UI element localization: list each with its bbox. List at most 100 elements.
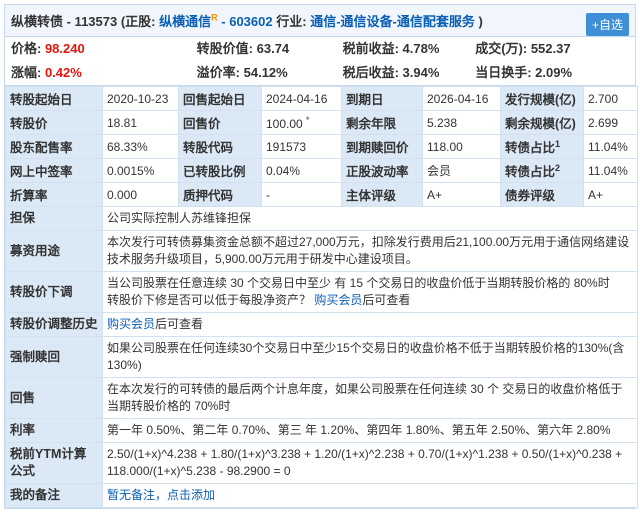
field-value[interactable]: 会员 <box>422 158 501 183</box>
field-label: 转股价下调 <box>5 271 103 313</box>
field-value: 11.04% <box>583 158 638 183</box>
table-row: 股东配售率 68.33% 转股代码 191573 到期赎回价 118.00 转债占比1 11.… <box>5 134 638 159</box>
quote-value: 0.42% <box>41 65 82 80</box>
field-label: 折算率 <box>5 182 103 207</box>
field-value: 在本次发行的可转债的最后两个计息年度，如果公司股票在任何连续 30 个 交易日的… <box>102 377 638 419</box>
bond-title: 纵横转债 - 113573 (正股: 纵横通信R - 603602 行业: 通信… <box>11 11 483 30</box>
quote-grid: 价格: 98.240 转股价值: 63.74 税前收益: 4.78% 成交(万): 5… <box>5 37 635 86</box>
quote-value: 63.74 <box>253 41 290 56</box>
field-label: 发行规模(亿) <box>500 86 584 111</box>
quote-item: 税前收益: 4.78% <box>337 37 470 61</box>
member-link[interactable]: 暂无备注，点击添加 <box>107 488 215 502</box>
field-value: 2.700 <box>583 86 638 111</box>
quote-label: 涨幅: <box>11 65 42 80</box>
quote-item: 成交(万): 552.37 <box>469 37 635 61</box>
field-value: - <box>261 182 342 207</box>
field-value: 18.81 <box>102 110 179 135</box>
field-label: 已转股比例 <box>178 158 262 183</box>
quote-label: 税前收益: <box>342 41 399 56</box>
detail-table: 转股起始日 2020-10-23 回售起始日 2024-04-16 到期日 2026-04… <box>5 86 638 508</box>
field-label: 强制赎回 <box>5 336 103 378</box>
quote-value: 3.94% <box>398 65 440 80</box>
field-label: 回售起始日 <box>178 86 262 111</box>
bond-detail-panel: 纵横转债 - 113573 (正股: 纵横通信R - 603602 行业: 通信… <box>4 4 638 509</box>
quote-label: 价格: <box>11 41 42 56</box>
field-label: 募资用途 <box>5 230 103 272</box>
quote-label: 当日换手: <box>475 65 532 80</box>
table-row: 转股价 18.81 回售价 100.00 * 剩余年限 5.238 剩余规模(亿) 2.699 <box>5 110 638 135</box>
table-row: 担保 公司实际控制人苏维锋担保 <box>5 206 638 231</box>
stock-code-link[interactable]: - 603602 <box>221 14 272 29</box>
field-value: 如果公司股票在任何连续30个交易日中至少15个交易日的收盘价格不低于当期转股价格… <box>102 336 638 378</box>
field-value: 2020-10-23 <box>102 86 179 111</box>
field-label: 回售价 <box>178 110 262 135</box>
quote-item: 税后收益: 3.94% <box>337 61 470 85</box>
industry-link[interactable]: 通信-通信设备-通信配套服务 <box>310 14 475 29</box>
field-label: 主体评级 <box>341 182 423 207</box>
field-label: 剩余规模(亿) <box>500 110 584 135</box>
field-label: 剩余年限 <box>341 110 423 135</box>
quote-item: 价格: 98.240 <box>5 37 191 61</box>
quote-item: 当日换手: 2.09% <box>469 61 635 85</box>
quote-value: 552.37 <box>527 41 571 56</box>
table-row: 税前YTM计算公式 2.50/(1+x)^4.238 + 1.80/(1+x)^3… <box>5 442 638 484</box>
quote-value: 2.09% <box>531 65 573 80</box>
field-label: 担保 <box>5 206 103 231</box>
field-label: 转股起始日 <box>5 86 103 111</box>
field-label: 转股代码 <box>178 134 262 159</box>
field-value: 本次发行可转债募集资金总额不超过27,000万元，扣除发行费用后21,100.0… <box>102 230 638 272</box>
quote-label: 成交(万): <box>475 41 528 56</box>
field-label: 到期日 <box>341 86 423 111</box>
field-value: 5.238 <box>422 110 501 135</box>
quote-value: 4.78% <box>398 41 440 56</box>
field-label: 网上中签率 <box>5 158 103 183</box>
field-label: 质押代码 <box>178 182 262 207</box>
field-value: 191573 <box>261 134 342 159</box>
field-label: 转股价 <box>5 110 103 135</box>
field-value: 118.00 <box>422 134 501 159</box>
quote-label: 转股价值: <box>196 41 254 56</box>
field-value: 2.50/(1+x)^4.238 + 1.80/(1+x)^3.238 + 1.… <box>102 442 638 484</box>
quote-value: 54.12% <box>240 65 288 80</box>
stock-name-link[interactable]: 纵横通信 <box>159 14 211 29</box>
table-row: 网上中签率 0.0015% 已转股比例 0.04% 正股波动率 会员 转债占比2 11.04% <box>5 158 638 183</box>
field-label: 转股价调整历史 <box>5 312 103 337</box>
stock-prefix: (正股: <box>120 14 156 29</box>
field-value: 0.000 <box>102 182 179 207</box>
table-row: 强制赎回 如果公司股票在任何连续30个交易日中至少15个交易日的收盘价格不低于当期… <box>5 336 638 378</box>
field-label: 利率 <box>5 418 103 443</box>
field-value: 购买会员后可查看 <box>102 312 638 337</box>
field-value: 100.00 * <box>261 110 342 135</box>
table-row: 利率 第一年 0.50%、第二年 0.70%、第三 年 1.20%、第四年 1.8… <box>5 418 638 443</box>
field-value: 暂无备注，点击添加 <box>102 483 638 508</box>
field-value: A+ <box>583 182 638 207</box>
member-link[interactable]: 购买会员 <box>107 317 155 331</box>
add-watchlist-button[interactable]: +自选 <box>585 13 629 36</box>
field-value: 2024-04-16 <box>261 86 342 111</box>
field-label: 转债占比1 <box>500 134 584 159</box>
quote-item: 溢价率: 54.12% <box>191 61 337 85</box>
field-value: 公司实际控制人苏维锋担保 <box>102 206 638 231</box>
industry-label: 行业: <box>276 14 307 29</box>
field-value: A+ <box>422 182 501 207</box>
quote-label: 税后收益: <box>342 65 399 80</box>
field-value: 第一年 0.50%、第二年 0.70%、第三 年 1.20%、第四年 1.80%… <box>102 418 638 443</box>
stock-badge: R <box>211 12 218 23</box>
table-row: 转股价下调 当公司股票在任意连续 30 个交易日中至少 有 15 个交易日的收盘价… <box>5 271 638 313</box>
field-value: 当公司股票在任意连续 30 个交易日中至少 有 15 个交易日的收盘价低于当期转… <box>102 271 638 313</box>
field-label: 回售 <box>5 377 103 419</box>
table-row: 回售 在本次发行的可转债的最后两个计息年度，如果公司股票在任何连续 30 个 交易… <box>5 377 638 419</box>
quote-label: 溢价率: <box>196 65 241 80</box>
bond-name-code: 纵横转债 - 113573 <box>11 14 118 29</box>
field-value: 2.699 <box>583 110 638 135</box>
field-value: 68.33% <box>102 134 179 159</box>
field-value: 0.0015% <box>102 158 179 183</box>
field-value: 11.04% <box>583 134 638 159</box>
field-label: 到期赎回价 <box>341 134 423 159</box>
quote-item: 转股价值: 63.74 <box>191 37 337 61</box>
field-value: 2026-04-16 <box>422 86 501 111</box>
table-row: 我的备注 暂无备注，点击添加 <box>5 483 638 508</box>
field-label: 股东配售率 <box>5 134 103 159</box>
member-link[interactable]: 购买会员 <box>314 293 362 307</box>
field-label: 债券评级 <box>500 182 584 207</box>
